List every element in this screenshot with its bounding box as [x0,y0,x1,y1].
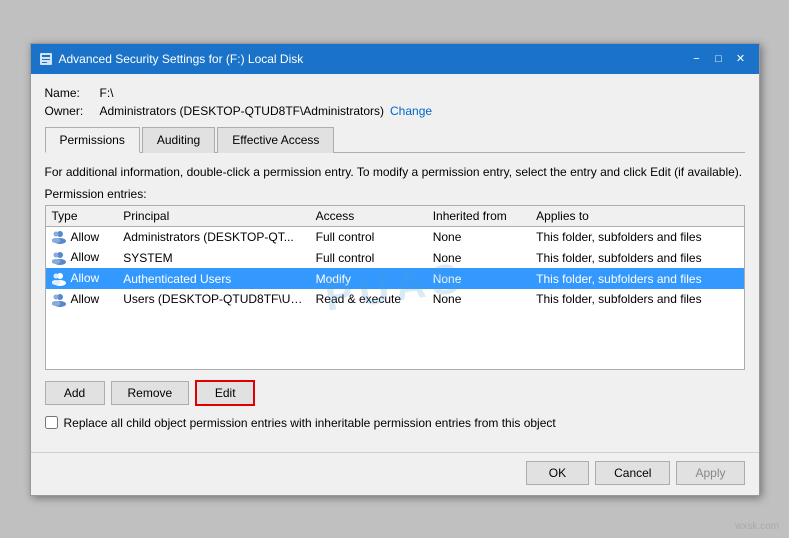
user-icon [52,272,68,286]
col-type: Type [46,206,118,227]
owner-value: Administrators (DESKTOP-QTUD8TF\Administ… [100,104,385,118]
cell-type: Allow [46,289,118,310]
maximize-button[interactable]: □ [709,50,729,68]
cell-access: Full control [310,226,427,247]
name-row: Name: F:\ [45,86,745,100]
col-inherited: Inherited from [427,206,530,227]
remove-button[interactable]: Remove [111,381,190,405]
user-icon [52,230,68,244]
cell-inherited: None [427,226,530,247]
cancel-button[interactable]: Cancel [595,461,670,485]
close-button[interactable]: ✕ [731,50,751,68]
main-window: Advanced Security Settings for (F:) Loca… [30,43,760,496]
table-row[interactable]: AllowAdministrators (DESKTOP-QT...Full c… [46,226,744,247]
title-bar-controls: − □ ✕ [687,50,751,68]
ok-button[interactable]: OK [526,461,589,485]
col-applies: Applies to [530,206,743,227]
permission-table-container: Type Principal Access Inherited from App… [45,205,745,370]
change-link[interactable]: Change [390,104,432,118]
add-button[interactable]: Add [45,381,105,405]
cell-type: Allow [46,226,118,247]
edit-button[interactable]: Edit [195,380,255,406]
cell-type: Allow [46,268,118,289]
owner-row: Owner: Administrators (DESKTOP-QTUD8TF\A… [45,104,745,118]
cell-applies: This folder, subfolders and files [530,226,743,247]
description-text: For additional information, double-click… [45,163,745,181]
name-label: Name: [45,86,100,100]
tab-effective-access[interactable]: Effective Access [217,127,334,153]
cell-applies: This folder, subfolders and files [530,289,743,310]
cell-access: Read & execute [310,289,427,310]
replace-checkbox-row: Replace all child object permission entr… [45,416,745,430]
replace-checkbox[interactable] [45,416,58,429]
user-icon [52,293,68,307]
table-row[interactable]: AllowAuthenticated UsersModifyNoneThis f… [46,268,744,289]
table-row[interactable]: AllowUsers (DESKTOP-QTUD8TF\Us...Read & … [46,289,744,310]
cell-applies: This folder, subfolders and files [530,247,743,268]
cell-inherited: None [427,289,530,310]
cell-type: Allow [46,247,118,268]
title-bar: Advanced Security Settings for (F:) Loca… [31,44,759,74]
window-icon [39,52,53,66]
action-buttons: Add Remove Edit [45,380,745,406]
table-row[interactable]: AllowSYSTEMFull controlNoneThis folder, … [46,247,744,268]
cell-principal: Authenticated Users [117,268,309,289]
cell-inherited: None [427,268,530,289]
cell-applies: This folder, subfolders and files [530,268,743,289]
name-value: F:\ [100,86,114,100]
tab-permissions[interactable]: Permissions [45,127,140,153]
permission-entries-label: Permission entries: [45,187,745,201]
cell-access: Modify [310,268,427,289]
user-icon [52,251,68,265]
tab-auditing[interactable]: Auditing [142,127,215,153]
window-content: Name: F:\ Owner: Administrators (DESKTOP… [31,74,759,442]
permission-rows: AllowAdministrators (DESKTOP-QT...Full c… [46,226,744,310]
cell-inherited: None [427,247,530,268]
window-title: Advanced Security Settings for (F:) Loca… [59,52,687,66]
replace-checkbox-label: Replace all child object permission entr… [64,416,556,430]
table-wrapper: PUAS Type Principal Access Inherited fro… [45,205,745,370]
cell-principal: Administrators (DESKTOP-QT... [117,226,309,247]
col-principal: Principal [117,206,309,227]
cell-principal: Users (DESKTOP-QTUD8TF\Us... [117,289,309,310]
table-header: Type Principal Access Inherited from App… [46,206,744,227]
apply-button[interactable]: Apply [676,461,744,485]
tabs-container: Permissions Auditing Effective Access [45,126,745,153]
site-credit: wxsk.com [735,521,779,532]
dialog-footer: OK Cancel Apply [31,452,759,495]
col-access: Access [310,206,427,227]
cell-principal: SYSTEM [117,247,309,268]
cell-access: Full control [310,247,427,268]
minimize-button[interactable]: − [687,50,707,68]
permission-table: Type Principal Access Inherited from App… [46,206,744,310]
owner-label: Owner: [45,104,100,118]
